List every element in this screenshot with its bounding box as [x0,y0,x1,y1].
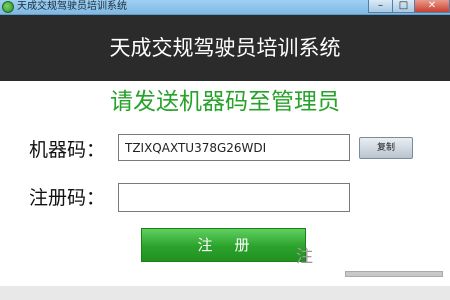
registration-panel: 请发送机器码至管理员 机器码： 复制 注册码： 注册 注 [0,81,450,286]
header-title: 天成交规驾驶员培训系统 [109,36,341,60]
minimize-button[interactable]: – [368,0,392,13]
machine-code-field[interactable] [118,134,350,161]
register-code-field[interactable] [118,183,350,212]
window-title: 天成交规驾驶员培训系统 [17,1,127,12]
maximize-button[interactable]: □ [392,0,414,13]
footer-bar [345,271,443,277]
register-button[interactable]: 注册 [141,228,306,262]
title-bar: 天成交规驾驶员培训系统 – □ ✕ [0,0,450,15]
register-code-label: 注册码： [29,187,106,209]
window-bottom-edge [0,286,450,300]
copy-button[interactable]: 复制 [359,137,413,159]
app-icon [2,1,14,13]
machine-code-label: 机器码： [29,139,106,161]
close-button[interactable]: ✕ [414,0,450,13]
instruction-prompt: 请发送机器码至管理员 [110,89,340,115]
app-header: 天成交规驾驶员培训系统 [0,15,450,81]
watermark-text: 注 [296,247,313,267]
